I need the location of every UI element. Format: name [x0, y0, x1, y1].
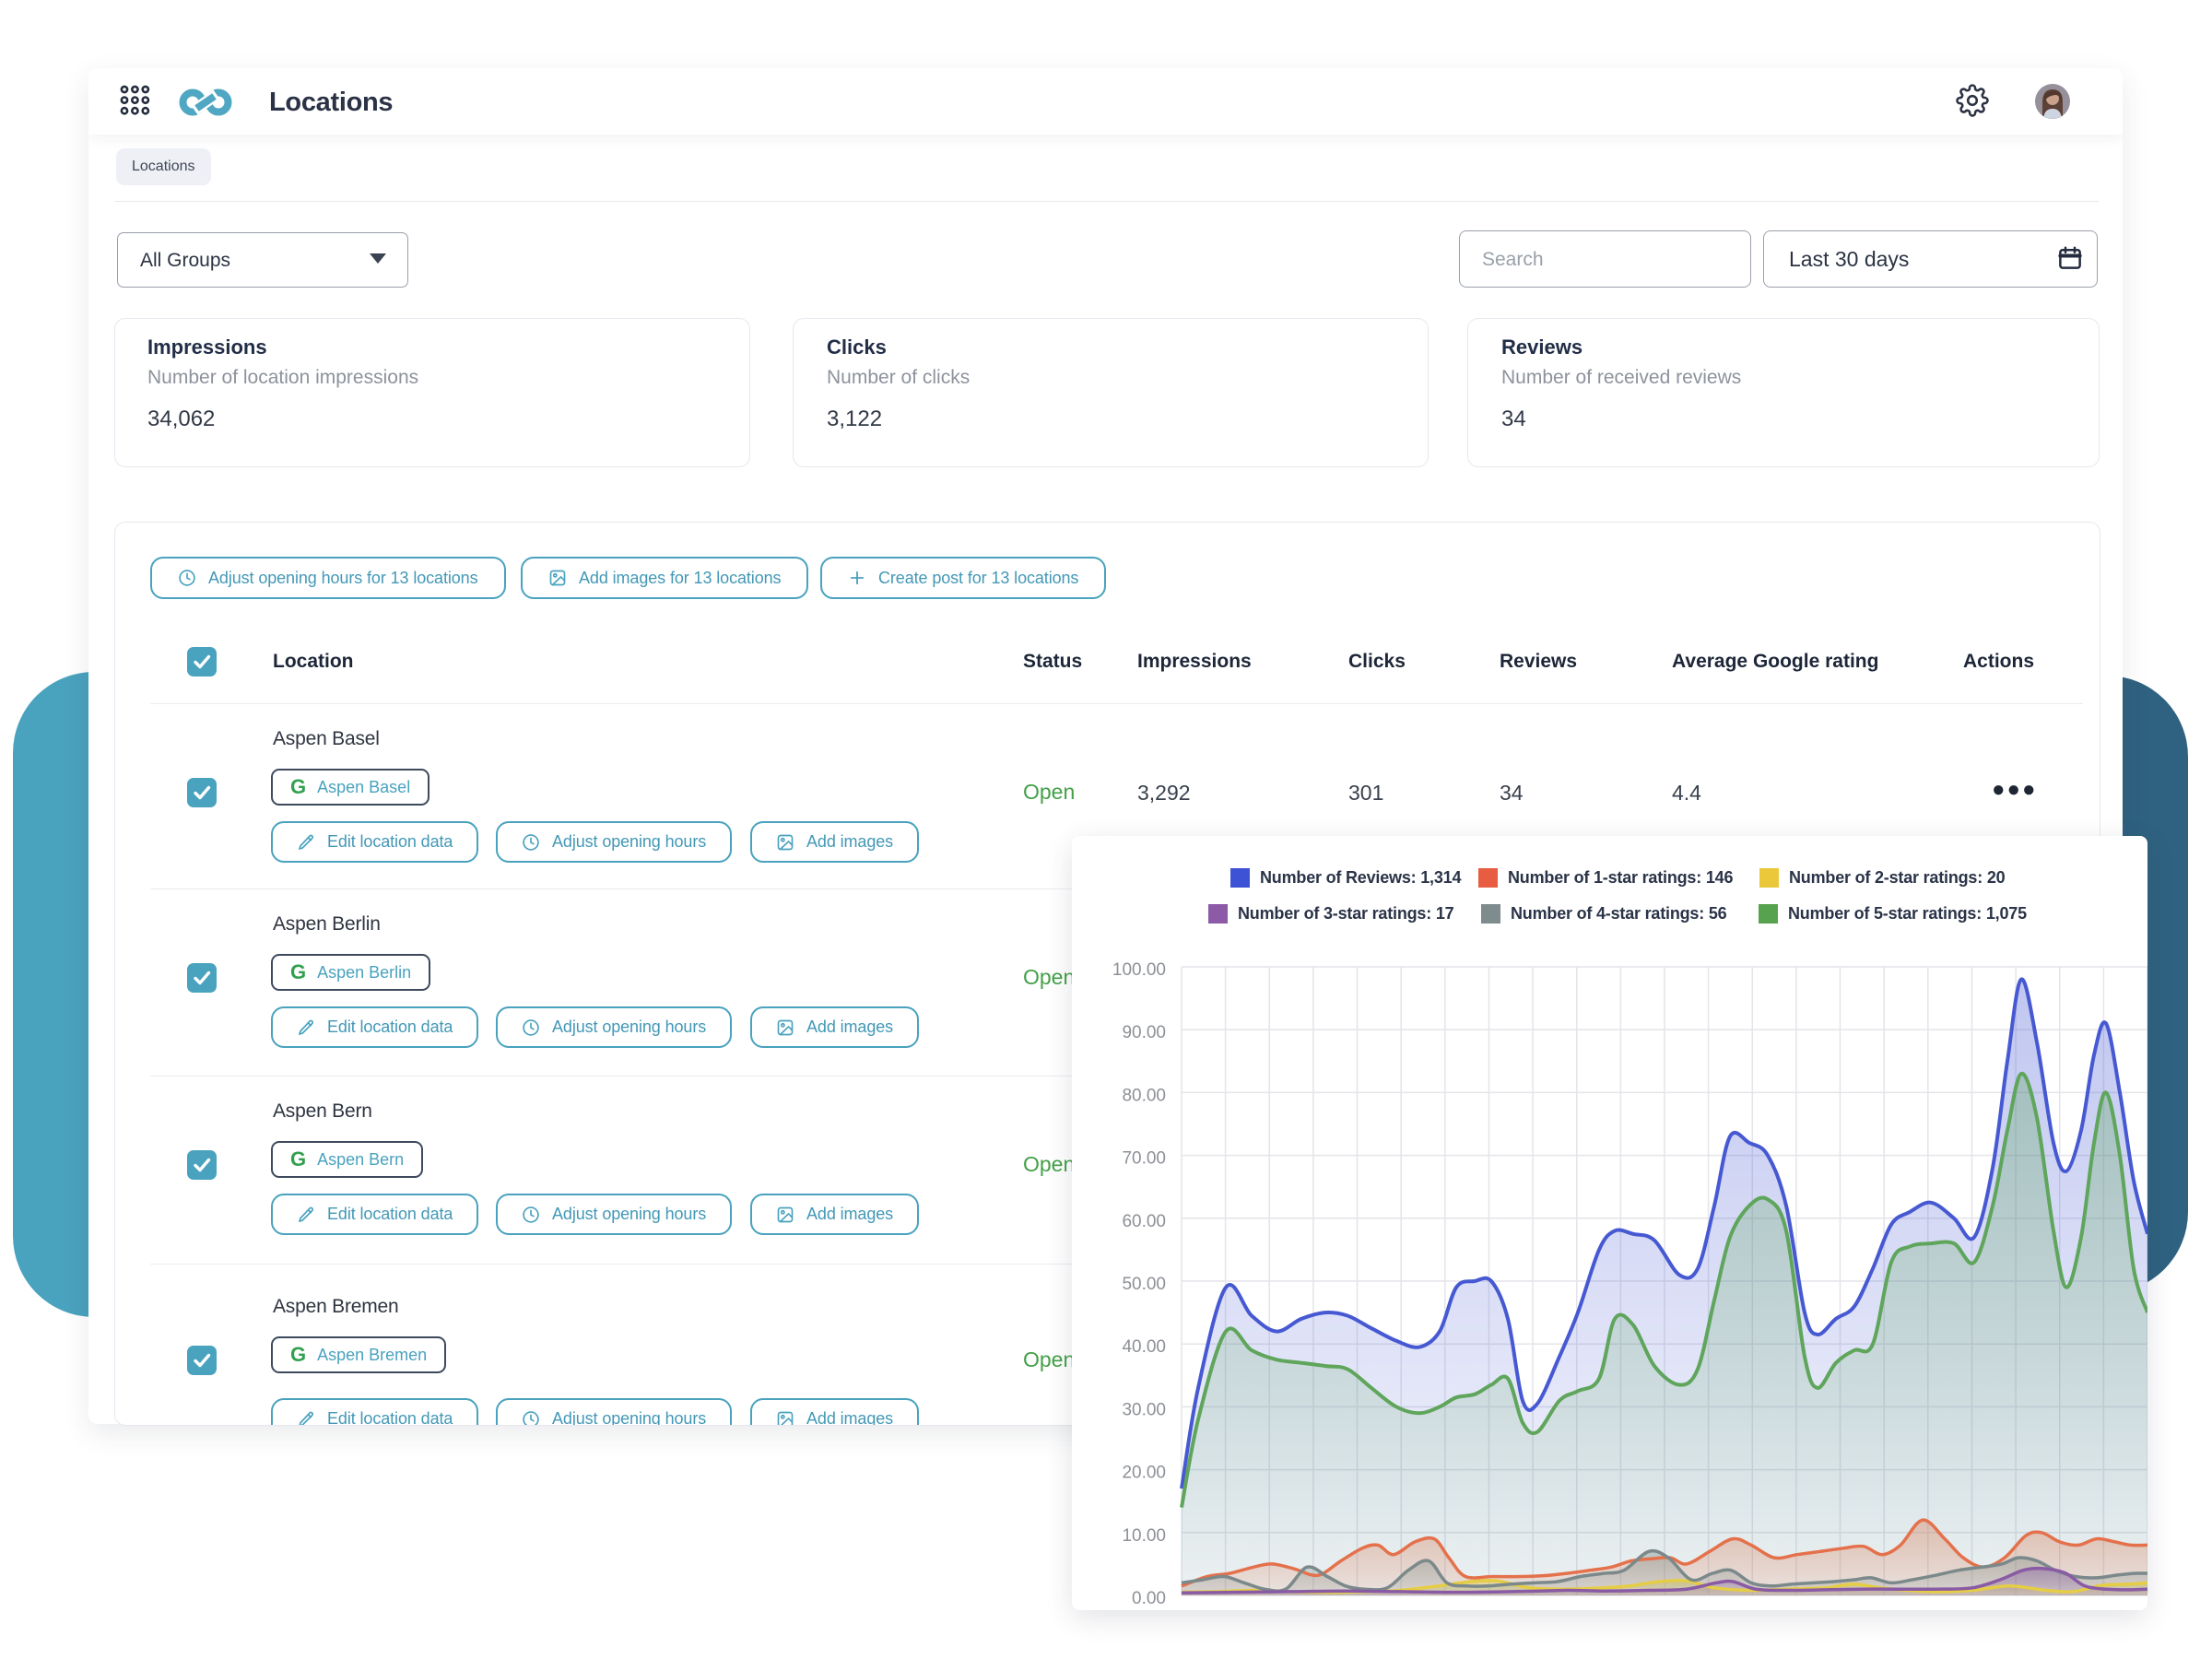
- svg-text:70.00: 70.00: [1122, 1149, 1166, 1169]
- svg-text:20.00: 20.00: [1122, 1464, 1166, 1483]
- svg-text:100.00: 100.00: [1112, 960, 1166, 980]
- svg-text:90.00: 90.00: [1122, 1023, 1166, 1042]
- svg-text:50.00: 50.00: [1122, 1275, 1166, 1294]
- svg-text:40.00: 40.00: [1122, 1337, 1166, 1357]
- svg-text:80.00: 80.00: [1122, 1086, 1166, 1105]
- svg-text:10.00: 10.00: [1122, 1526, 1166, 1546]
- svg-text:60.00: 60.00: [1122, 1212, 1166, 1231]
- svg-text:30.00: 30.00: [1122, 1400, 1166, 1419]
- svg-text:0.00: 0.00: [1132, 1589, 1166, 1608]
